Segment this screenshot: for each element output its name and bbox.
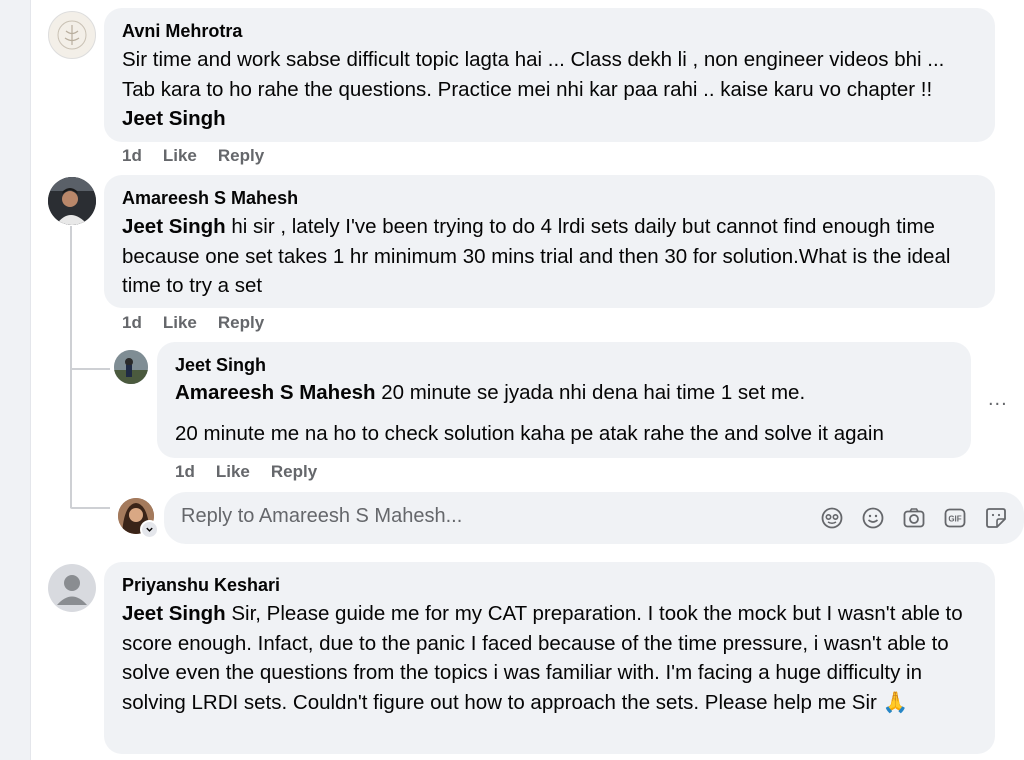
avatar[interactable] <box>48 11 96 59</box>
like-button[interactable]: Like <box>163 146 197 166</box>
thread-connector <box>70 226 72 508</box>
composer-tools: GIF <box>819 505 1024 531</box>
mention-link[interactable]: Jeet Singh <box>122 602 226 625</box>
reply-actions: 1d Like Reply <box>175 462 338 482</box>
comment-author[interactable]: Priyanshu Keshari <box>122 574 977 596</box>
comment-actions: 1d Like Reply <box>122 146 285 166</box>
reply-button[interactable]: Reply <box>271 462 317 482</box>
avatar-photo-icon <box>114 350 148 384</box>
comment-bubble: Avni Mehrotra Sir time and work sabse di… <box>104 8 995 142</box>
reply-button[interactable]: Reply <box>218 146 264 166</box>
account-switcher-chevron-icon[interactable] <box>140 520 159 539</box>
mention-link[interactable]: Jeet Singh <box>122 215 226 238</box>
mention-link[interactable]: Amareesh S Mahesh <box>175 381 376 404</box>
comment-body: Sir, Please guide me for my CAT preparat… <box>122 602 963 714</box>
avatar-emblem-icon <box>57 20 87 50</box>
gif-icon[interactable]: GIF <box>942 505 968 531</box>
folded-hands-emoji: 🙏 <box>882 690 909 714</box>
avatar[interactable] <box>48 177 96 225</box>
comment-author[interactable]: Avni Mehrotra <box>122 20 977 42</box>
mention-link[interactable]: Jeet Singh <box>122 107 226 130</box>
reply-input[interactable]: Reply to Amareesh S Mahesh... GIF <box>164 492 1024 544</box>
avatar[interactable] <box>114 350 148 384</box>
avatar-sticker-icon[interactable] <box>819 505 845 531</box>
comment-text: Jeet Singh Sir, Please guide me for my C… <box>122 599 977 717</box>
current-user-avatar[interactable] <box>118 498 159 539</box>
reply-bubble: Jeet Singh Amareesh S Mahesh 20 minute s… <box>157 342 971 458</box>
gif-label: GIF <box>948 515 961 524</box>
comment-actions: 1d Like Reply <box>122 313 285 333</box>
avatar[interactable] <box>48 564 96 612</box>
more-options-icon[interactable]: ... <box>988 388 1008 411</box>
comment-body: Sir time and work sabse difficult topic … <box>122 48 945 101</box>
thread-connector-branch <box>70 507 110 509</box>
reply-text-line2: 20 minute me na ho to check solution kah… <box>175 421 884 445</box>
like-button[interactable]: Like <box>216 462 250 482</box>
sticker-icon[interactable] <box>983 505 1009 531</box>
comment-bubble: Amareesh S Mahesh Jeet Singh hi sir , la… <box>104 175 995 308</box>
reply-text-line1: Amareesh S Mahesh 20 minute se jyada nhi… <box>175 378 953 408</box>
comment-author[interactable]: Amareesh S Mahesh <box>122 187 977 209</box>
reply-author[interactable]: Jeet Singh <box>175 354 953 376</box>
comment-text: Jeet Singh hi sir , lately I've been try… <box>122 212 977 301</box>
comment-bubble: Priyanshu Keshari Jeet Singh Sir, Please… <box>104 562 995 754</box>
timestamp[interactable]: 1d <box>122 313 142 333</box>
thread-connector-branch <box>70 368 110 370</box>
emoji-icon[interactable] <box>860 505 886 531</box>
like-button[interactable]: Like <box>163 313 197 333</box>
reply-body: 20 minute se jyada nhi dena hai time 1 s… <box>375 381 806 404</box>
timestamp[interactable]: 1d <box>122 146 142 166</box>
default-profile-icon <box>57 575 87 605</box>
reply-button[interactable]: Reply <box>218 313 264 333</box>
page-left-rail <box>0 0 31 760</box>
comment-text: Sir time and work sabse difficult topic … <box>122 45 977 134</box>
reply-input-placeholder: Reply to Amareesh S Mahesh... <box>181 505 463 527</box>
comment-body: hi sir , lately I've been trying to do 4… <box>122 215 951 297</box>
avatar-photo-icon <box>48 177 96 225</box>
camera-icon[interactable] <box>901 505 927 531</box>
timestamp[interactable]: 1d <box>175 462 195 482</box>
